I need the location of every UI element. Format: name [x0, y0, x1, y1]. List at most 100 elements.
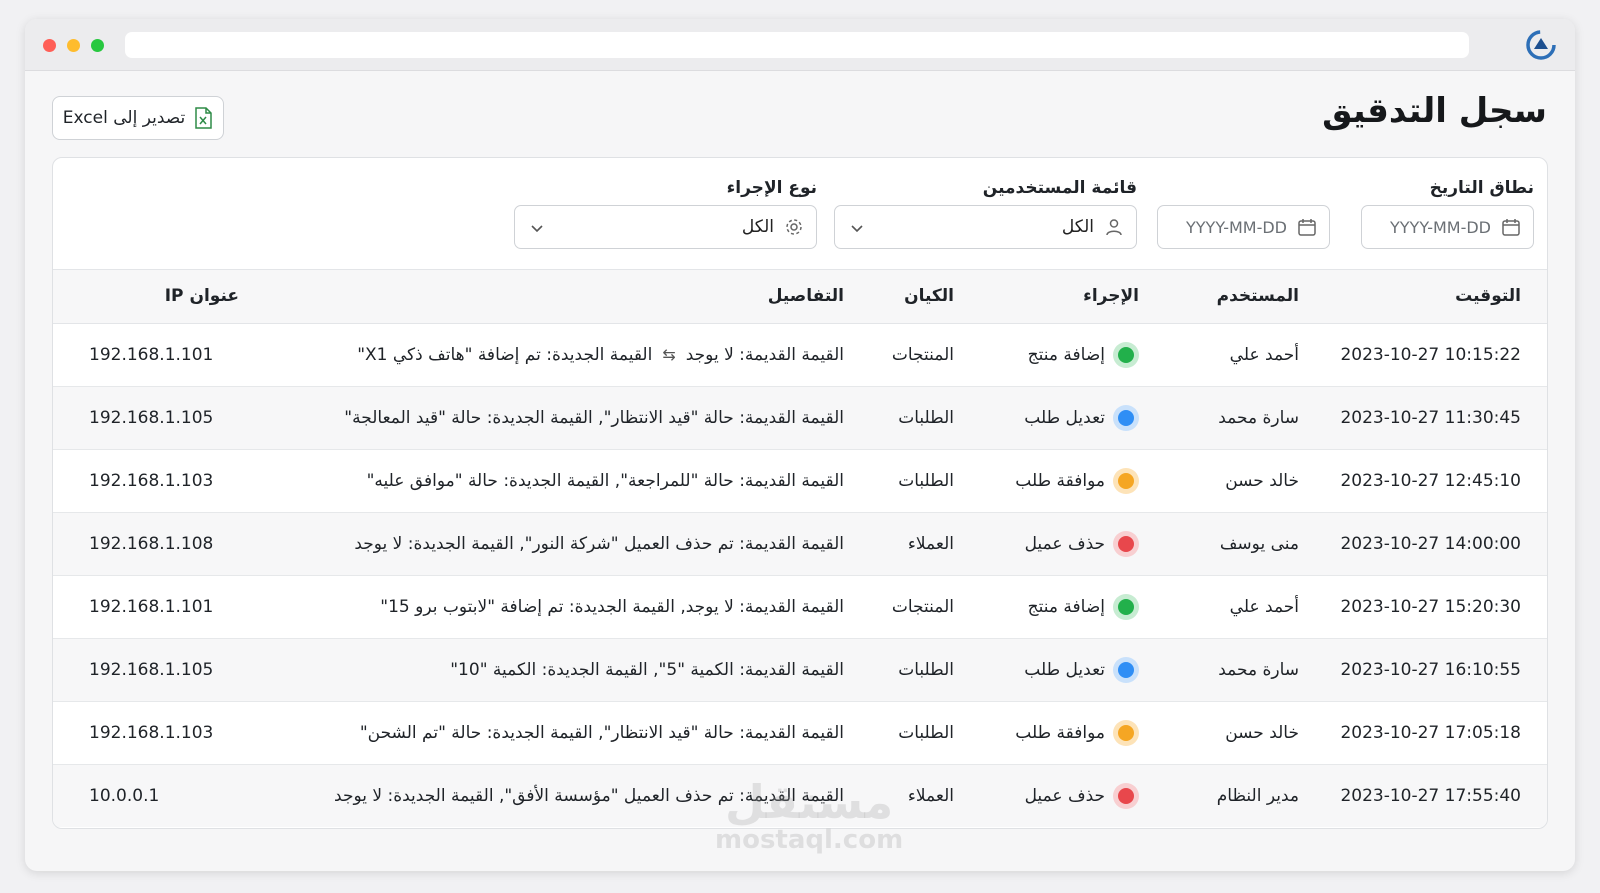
chevron-down-icon	[851, 225, 863, 233]
details-text: القيمة القديمة: لا يوجد, القيمة الجديدة:…	[380, 596, 844, 617]
table-row[interactable]: 2023-10-27 17:55:40 مدير النظام حذف عميل…	[53, 764, 1547, 827]
window-titlebar	[25, 19, 1575, 71]
swap-arrows-icon: ⇆	[662, 345, 676, 364]
cell-details: القيمة القديمة: حالة "قيد الانتظار", الق…	[239, 386, 844, 450]
action-label: إضافة منتج	[1027, 596, 1105, 617]
maximize-window-button[interactable]	[91, 39, 104, 52]
cell-user: منى يوسف	[1139, 512, 1299, 576]
cell-entity: الطلبات	[844, 449, 954, 513]
cell-details: القيمة القديمة: تم حذف العميل "شركة النو…	[239, 512, 844, 576]
action-label: تعديل طلب	[1024, 407, 1105, 428]
cell-time: 2023-10-27 16:10:55	[1299, 638, 1547, 702]
calendar-icon	[1298, 219, 1316, 236]
cell-ip: 192.168.1.103	[53, 701, 239, 765]
header-ip[interactable]: عنوان IP	[53, 270, 239, 324]
action-label: موافقة طلب	[1015, 722, 1105, 743]
cell-action: تعديل طلب	[954, 386, 1139, 450]
details-text: القيمة القديمة: الكمية "5", القيمة الجدي…	[450, 659, 844, 680]
cell-details: القيمة القديمة: الكمية "5", القيمة الجدي…	[239, 638, 844, 702]
cell-action: موافقة طلب	[954, 449, 1139, 513]
header-details[interactable]: التفاصيل	[239, 270, 844, 324]
cell-user: سارة محمد	[1139, 638, 1299, 702]
action-label: تعديل طلب	[1024, 659, 1105, 680]
page-title: سجل التدقيق	[1322, 91, 1547, 131]
header-entity[interactable]: الكيان	[844, 270, 954, 324]
table-row[interactable]: 2023-10-27 10:15:22 أحمد علي إضافة منتج …	[53, 323, 1547, 387]
cell-user: أحمد علي	[1139, 575, 1299, 639]
cell-ip: 192.168.1.105	[53, 638, 239, 702]
action-type-select[interactable]: الكل	[514, 205, 817, 249]
cell-time: 2023-10-27 14:00:00	[1299, 512, 1547, 576]
table-row[interactable]: 2023-10-27 17:05:18 خالد حسن موافقة طلب …	[53, 701, 1547, 765]
status-dot-icon	[1113, 782, 1139, 809]
status-dot-icon	[1113, 719, 1139, 746]
details-text: القيمة القديمة: تم حذف العميل "مؤسسة الأ…	[334, 785, 844, 806]
details-text: القيمة القديمة: حالة "للمراجعة", القيمة …	[366, 470, 844, 491]
users-select-value: الكل	[1061, 217, 1094, 237]
users-filter-label: قائمة المستخدمين	[982, 178, 1137, 198]
chevron-down-icon	[531, 225, 543, 233]
header-user[interactable]: المستخدم	[1139, 270, 1299, 324]
export-button-label: تصدير إلى Excel	[62, 108, 186, 128]
cell-time: 2023-10-27 12:45:10	[1299, 449, 1547, 513]
filters-bar: نطاق التاريخ YYYY-MM-DD YYYY-MM-DD قائمة…	[53, 158, 1547, 270]
cell-ip: 192.168.1.101	[53, 323, 239, 387]
details-text: القيمة القديمة: حالة "قيد الانتظار", الق…	[344, 407, 844, 428]
status-dot-icon	[1113, 341, 1139, 368]
status-dot-icon	[1113, 467, 1139, 494]
user-icon	[1106, 219, 1122, 236]
action-label: حذف عميل	[1024, 785, 1105, 806]
cell-entity: المنتجات	[844, 323, 954, 387]
table-row[interactable]: 2023-10-27 11:30:45 سارة محمد تعديل طلب …	[53, 386, 1547, 450]
table-row[interactable]: 2023-10-27 16:10:55 سارة محمد تعديل طلب …	[53, 638, 1547, 702]
details-new: القيمة الجديدة: تم إضافة "هاتف ذكي X1"	[357, 344, 653, 365]
browser-window: سجل التدقيق تصدير إلى Excel نطاق التاريخ…	[25, 19, 1575, 871]
details-text: القيمة القديمة: لا يوجد ⇆ القيمة الجديدة…	[357, 345, 844, 365]
cell-details: القيمة القديمة: لا يوجد, القيمة الجديدة:…	[239, 575, 844, 639]
date-from-placeholder: YYYY-MM-DD	[1390, 217, 1491, 237]
cell-entity: الطلبات	[844, 386, 954, 450]
header-time[interactable]: التوقيت	[1299, 270, 1547, 324]
cell-user: مدير النظام	[1216, 785, 1299, 806]
export-excel-button[interactable]: تصدير إلى Excel	[52, 96, 224, 140]
table-row[interactable]: 2023-10-27 15:20:30 أحمد علي إضافة منتج …	[53, 575, 1547, 639]
cell-time: 2023-10-27 10:15:22	[1299, 323, 1547, 387]
cell-action: حذف عميل	[954, 512, 1139, 576]
cell-entity: العملاء	[907, 785, 954, 806]
cell-action: إضافة منتج	[954, 323, 1139, 387]
cell-details: القيمة القديمة: حالة "قيد الانتظار", الق…	[239, 701, 844, 765]
users-select[interactable]: الكل	[834, 205, 1137, 249]
minimize-window-button[interactable]	[67, 39, 80, 52]
header-action[interactable]: الإجراء	[954, 270, 1139, 324]
cell-entity: الطلبات	[844, 701, 954, 765]
status-dot-icon	[1113, 404, 1139, 431]
address-bar[interactable]	[125, 32, 1469, 58]
date-to-field[interactable]: YYYY-MM-DD	[1157, 205, 1330, 249]
cell-time: 2023-10-27 15:20:30	[1299, 575, 1547, 639]
date-from-field[interactable]: YYYY-MM-DD	[1361, 205, 1534, 249]
action-type-label: نوع الإجراء	[726, 178, 817, 198]
cell-entity: المنتجات	[844, 575, 954, 639]
cell-user: خالد حسن	[1139, 701, 1299, 765]
audit-log-card: نطاق التاريخ YYYY-MM-DD YYYY-MM-DD قائمة…	[52, 157, 1548, 829]
cell-action: موافقة طلب	[954, 701, 1139, 765]
close-window-button[interactable]	[43, 39, 56, 52]
calendar-icon	[1502, 219, 1520, 236]
details-text: القيمة القديمة: تم حذف العميل "شركة النو…	[354, 533, 844, 554]
cell-time: 2023-10-27 17:55:40	[1340, 785, 1521, 806]
cell-user: سارة محمد	[1139, 386, 1299, 450]
action-type-value: الكل	[741, 217, 774, 237]
details-text: القيمة القديمة: حالة "قيد الانتظار", الق…	[359, 722, 844, 743]
status-dot-icon	[1113, 593, 1139, 620]
cell-ip: 192.168.1.103	[53, 449, 239, 513]
cell-details: القيمة القديمة: تم حذف العميل "مؤسسة الأ…	[239, 764, 844, 827]
audit-log-table: التوقيت المستخدم الإجراء الكيان التفاصيل…	[53, 270, 1547, 827]
status-dot-icon	[1113, 530, 1139, 557]
cell-entity: العملاء	[844, 512, 954, 576]
cell-action: إضافة منتج	[954, 575, 1139, 639]
table-row[interactable]: 2023-10-27 12:45:10 خالد حسن موافقة طلب …	[53, 449, 1547, 513]
cell-time: 2023-10-27 17:05:18	[1299, 701, 1547, 765]
action-label: إضافة منتج	[1027, 344, 1105, 365]
date-range-label: نطاق التاريخ	[1429, 178, 1534, 198]
table-row[interactable]: 2023-10-27 14:00:00 منى يوسف حذف عميل ال…	[53, 512, 1547, 576]
